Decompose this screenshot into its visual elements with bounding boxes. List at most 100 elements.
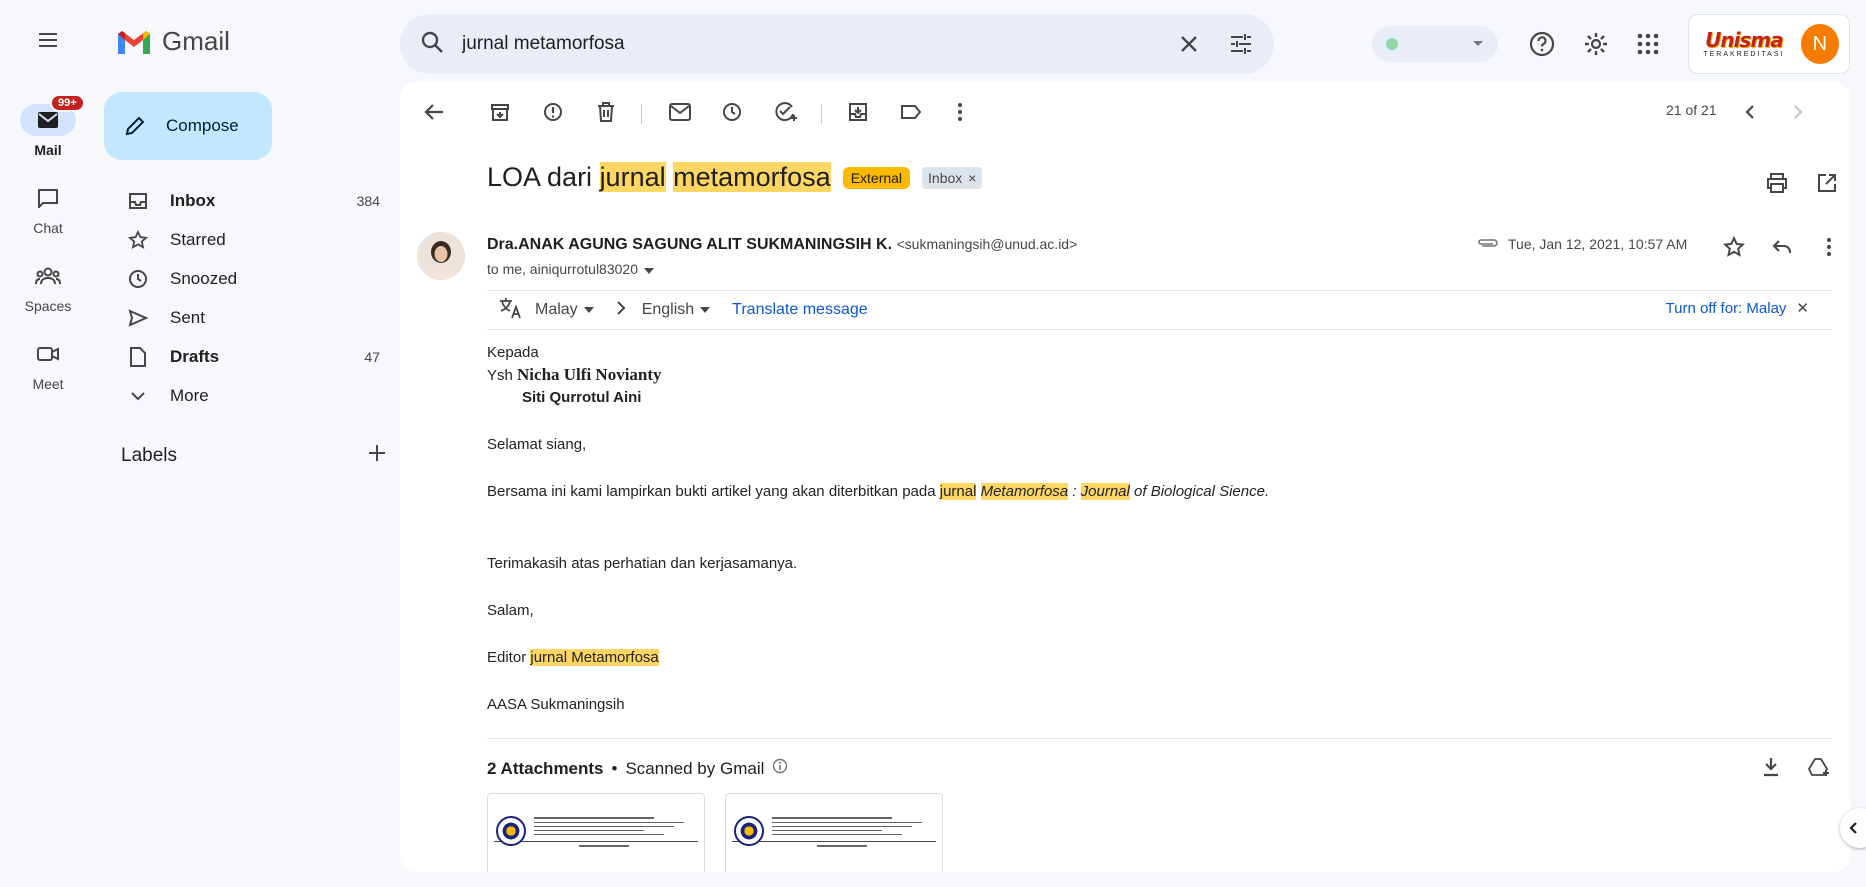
remove-label-icon[interactable]: × <box>968 170 976 186</box>
body-greeting: Kepada <box>487 344 539 361</box>
save-to-drive-icon[interactable] <box>1806 754 1832 780</box>
apps-grid-icon[interactable] <box>1632 28 1664 60</box>
account-switcher[interactable]: Unisma TERAKREDITASI N <box>1688 14 1850 74</box>
nav-snoozed[interactable]: Snoozed <box>104 259 394 298</box>
left-rail: 99+ Mail Chat Spaces Meet <box>0 0 88 887</box>
status-active-icon <box>1386 38 1398 50</box>
nav-label: Starred <box>170 229 226 249</box>
settings-gear-icon[interactable] <box>1580 28 1612 60</box>
open-in-new-window-icon[interactable] <box>1814 170 1840 196</box>
account-avatar[interactable]: N <box>1800 24 1839 64</box>
labels-heading: Labels <box>121 445 177 466</box>
sender-info: Dra.ANAK AGUNG SAGUNG ALIT SUKMANINGSIH … <box>487 236 1077 254</box>
mark-unread-icon[interactable] <box>666 98 694 126</box>
nav-sent[interactable]: Sent <box>104 298 394 337</box>
reply-arrow-icon[interactable] <box>1769 234 1795 260</box>
move-to-icon[interactable] <box>844 98 872 126</box>
mail-icon: 99+ <box>20 94 85 136</box>
add-to-tasks-icon[interactable] <box>772 98 800 126</box>
chevron-down-icon <box>126 384 150 408</box>
nav-label: Sent <box>170 307 205 327</box>
toolbar-divider <box>641 104 642 124</box>
recipients-line: to me, ainiqurrotul83020 <box>487 261 654 277</box>
organization-logo: Unisma TERAKREDITASI <box>1699 24 1789 64</box>
nav-starred[interactable]: Starred <box>104 220 394 259</box>
pencil-icon <box>125 116 145 136</box>
inbox-label-chip: Inbox × <box>922 166 983 189</box>
rail-mail-label: Mail <box>34 142 62 158</box>
scanned-label: Scanned by Gmail <box>625 758 765 778</box>
delete-trash-icon[interactable] <box>592 98 620 126</box>
main-menu-icon[interactable] <box>36 28 60 52</box>
clock-icon <box>126 267 150 291</box>
download-all-icon[interactable] <box>1758 754 1784 780</box>
video-camera-icon <box>20 338 76 370</box>
message-more-vert-icon[interactable] <box>1816 234 1842 260</box>
gmail-m-icon <box>118 30 150 54</box>
nav-count: 47 <box>364 348 380 365</box>
compose-button[interactable]: Compose <box>104 92 272 160</box>
newer-chevron-left-icon[interactable] <box>1736 98 1764 126</box>
rail-chat[interactable]: Chat <box>8 182 88 236</box>
email-subject: LOA dari jurnal metamorfosa <box>487 162 831 192</box>
older-chevron-right-icon[interactable] <box>1784 98 1812 126</box>
pagination-count: 21 of 21 <box>1666 102 1717 118</box>
show-details-caret-icon[interactable] <box>644 261 654 277</box>
rail-mail[interactable]: 99+ Mail <box>8 94 88 158</box>
spaces-icon <box>20 260 76 292</box>
turn-off-translation[interactable]: Turn off for: Malay ✕ <box>1666 299 1809 318</box>
sender-name[interactable]: Dra.ANAK AGUNG SAGUNG ALIT SUKMANINGSIH … <box>487 236 892 253</box>
search-options-icon[interactable] <box>1228 31 1254 57</box>
clear-search-icon[interactable] <box>1176 31 1202 57</box>
star-message-icon[interactable] <box>1721 234 1747 260</box>
report-spam-icon[interactable] <box>539 98 567 126</box>
search-input[interactable] <box>462 33 1150 55</box>
source-language-select[interactable]: Malay <box>535 301 594 319</box>
body-paragraph: Bersama ini kami lampirkan bukti artikel… <box>487 483 1270 501</box>
body-closing: Salam, <box>487 601 534 619</box>
help-icon[interactable] <box>1526 28 1558 60</box>
print-icon[interactable] <box>1764 170 1790 196</box>
target-language-select[interactable]: English <box>642 301 711 319</box>
email-subject-row: LOA dari jurnal metamorfosa External Inb… <box>487 162 983 193</box>
rail-spaces[interactable]: Spaces <box>8 260 88 314</box>
archive-icon[interactable] <box>486 98 514 126</box>
labels-section: Labels <box>121 444 386 468</box>
body-thanks: Terimakasih atas perhatian dan kerjasama… <box>487 554 798 572</box>
rail-meet-label: Meet <box>32 376 64 392</box>
nav-label: Drafts <box>170 346 220 366</box>
sender-avatar[interactable] <box>417 232 465 280</box>
gmail-logo[interactable]: Gmail <box>116 26 230 57</box>
body-signature: AASA Sukmaningsih <box>487 696 625 714</box>
university-seal-icon <box>734 816 764 846</box>
translate-message-link[interactable]: Translate message <box>732 301 867 319</box>
info-icon[interactable] <box>772 758 788 779</box>
attachment-clip-icon <box>1476 236 1498 252</box>
body-salutation: Selamat siang, <box>487 436 587 454</box>
add-label-icon[interactable] <box>368 444 386 468</box>
attachments-divider <box>487 738 1831 739</box>
back-arrow-icon[interactable] <box>420 98 448 126</box>
status-selector[interactable] <box>1372 26 1498 62</box>
org-logo-text: Unisma <box>1705 27 1784 52</box>
caret-down-icon <box>1472 35 1484 53</box>
rail-meet[interactable]: Meet <box>8 338 88 392</box>
nav-drafts[interactable]: Drafts 47 <box>104 337 394 376</box>
date-info: Tue, Jan 12, 2021, 10:57 AM <box>1476 236 1687 252</box>
caret-down-icon <box>583 307 594 313</box>
attachment-thumbnail[interactable] <box>487 793 705 872</box>
search-icon[interactable] <box>420 30 444 59</box>
rail-spaces-label: Spaces <box>24 298 72 314</box>
attachment-thumbnail[interactable] <box>725 793 943 872</box>
snooze-clock-icon[interactable] <box>718 98 746 126</box>
nav-inbox[interactable]: Inbox 384 <box>104 181 394 220</box>
sender-email: <sukmaningsih@unud.ac.id> <box>896 236 1078 252</box>
attachments-count: 2 Attachments <box>487 758 604 778</box>
caret-down-icon <box>700 307 711 313</box>
label-tag-icon[interactable] <box>897 98 925 126</box>
compose-label: Compose <box>166 116 239 135</box>
university-seal-icon <box>496 816 526 846</box>
chat-icon <box>20 182 76 214</box>
nav-more[interactable]: More <box>104 376 394 415</box>
more-vert-icon[interactable] <box>946 98 974 126</box>
